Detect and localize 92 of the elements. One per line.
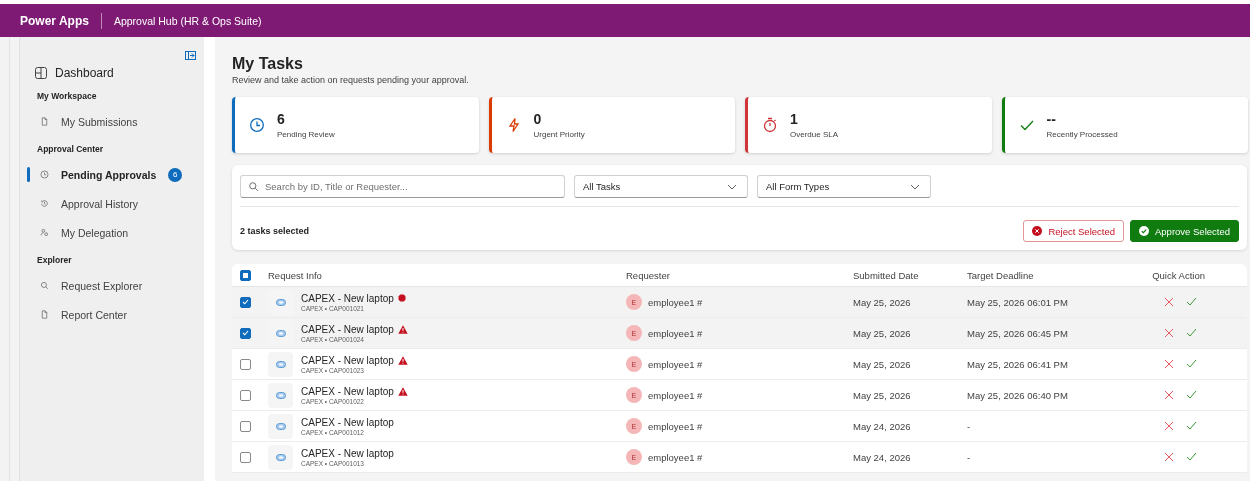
target-deadline: - [967,420,972,432]
submitted-date: May 25, 2026 [853,389,912,401]
nav-item[interactable]: Pending Approvals 6 [20,160,204,189]
requester-name: employee1 # [648,420,703,432]
nav-item[interactable]: Approval History [20,189,204,218]
clock-icon [40,170,49,179]
document-icon [40,310,49,319]
requester-name: employee1 # [648,451,703,463]
requester-name: employee1 # [648,296,703,308]
stat-label: Overdue SLA [790,130,839,139]
column-header: Submitted Date [853,269,920,281]
row-checkbox[interactable] [240,420,251,432]
stat-label: Recently Processed [1046,130,1118,139]
approve-icon[interactable] [1186,297,1197,307]
stat-value: 0 [533,111,543,127]
submitted-date: May 24, 2026 [853,451,912,463]
submitted-date: May 25, 2026 [853,296,912,308]
stat-value: -- [1046,111,1057,127]
app-name: Power Apps [20,13,89,28]
row-checkbox[interactable] [240,389,251,401]
column-header: Target Deadline [967,269,1035,281]
collapse-panel-icon[interactable] [185,51,196,60]
reject-icon[interactable] [1164,359,1174,369]
chevron-down-icon [910,183,920,190]
page-title: My Tasks [232,55,303,73]
approve-icon[interactable] [1186,328,1197,338]
column-header: Quick Action [1152,269,1205,281]
row-checkbox[interactable] [240,451,251,463]
history-icon [40,199,49,208]
requester-name: employee1 # [648,389,703,401]
request-title: CAPEX - New laptop [301,323,394,335]
approve-selected-button[interactable]: Approve Selected [1130,220,1239,242]
target-deadline: May 25, 2026 06:40 PM [967,389,1069,401]
approve-icon[interactable] [1186,359,1197,369]
nav-item[interactable]: My Submissions [20,107,204,136]
stat-label: Pending Review [277,130,335,139]
section-title: Explorer [36,254,73,267]
select-all-checkbox[interactable] [240,269,251,281]
section-title: Approval Center [36,143,105,156]
chevron-down-icon [727,183,737,190]
check-circle-icon [1139,226,1149,236]
requester-name: employee1 # [648,358,703,370]
approve-icon[interactable] [1186,390,1197,400]
selection-count: 2 tasks selected [240,226,310,236]
target-deadline: May 25, 2026 06:01 PM [967,296,1069,308]
nav-item[interactable]: Report Center [20,300,204,329]
stat-label: Urgent Priority [533,130,585,139]
requester-name: employee1 # [648,327,703,339]
reject-icon[interactable] [1164,297,1174,307]
submitted-date: May 25, 2026 [853,327,912,339]
reject-icon[interactable] [1164,421,1174,431]
count-badge: 6 [168,167,183,182]
form-type-dropdown[interactable]: All Form Types [757,175,931,198]
reject-icon[interactable] [1164,328,1174,338]
task-dropdown[interactable]: All Tasks [574,175,748,198]
dashboard-link[interactable]: Dashboard [55,66,114,80]
request-title: CAPEX - New laptop [301,416,394,428]
clock-icon [249,117,265,133]
request-title: CAPEX - New laptop [301,447,394,459]
document-icon [40,117,49,126]
row-checkbox[interactable] [240,327,251,339]
request-title: CAPEX - New laptop [301,354,394,366]
row-checkbox[interactable] [240,296,251,308]
column-header: Request Info [268,269,323,281]
section-title: My Workspace [36,90,98,103]
target-deadline: May 25, 2026 06:45 PM [967,327,1069,339]
submitted-date: May 24, 2026 [853,420,912,432]
app-title: Approval Hub (HR & Ops Suite) [113,14,262,27]
request-title: CAPEX - New laptop [301,385,394,397]
target-deadline: - [967,451,972,463]
close-circle-icon [1032,226,1043,236]
people-icon [40,228,49,237]
submitted-date: May 25, 2026 [853,358,912,370]
reject-selected-button[interactable]: Reject Selected [1023,220,1124,242]
column-header: Requester [626,269,671,281]
search-icon [248,181,259,192]
nav-item[interactable]: My Delegation [20,218,204,247]
search-icon [40,281,49,290]
reject-icon[interactable] [1164,452,1174,462]
target-deadline: May 25, 2026 06:41 PM [967,358,1069,370]
page-subtitle: Review and take action on requests pending your approval. [232,75,469,85]
nav-item[interactable]: Request Explorer [20,271,204,300]
stat-value: 1 [790,111,799,127]
dashboard-icon [35,67,47,79]
reject-icon[interactable] [1164,390,1174,400]
search-field[interactable]: Search by ID, Title or Requester... [240,175,565,198]
row-checkbox[interactable] [240,358,251,370]
approve-icon[interactable] [1186,421,1197,431]
stat-value: 6 [277,111,286,127]
approve-icon[interactable] [1186,452,1197,462]
request-title: CAPEX - New laptop [301,292,394,304]
stopwatch-icon [762,117,778,133]
